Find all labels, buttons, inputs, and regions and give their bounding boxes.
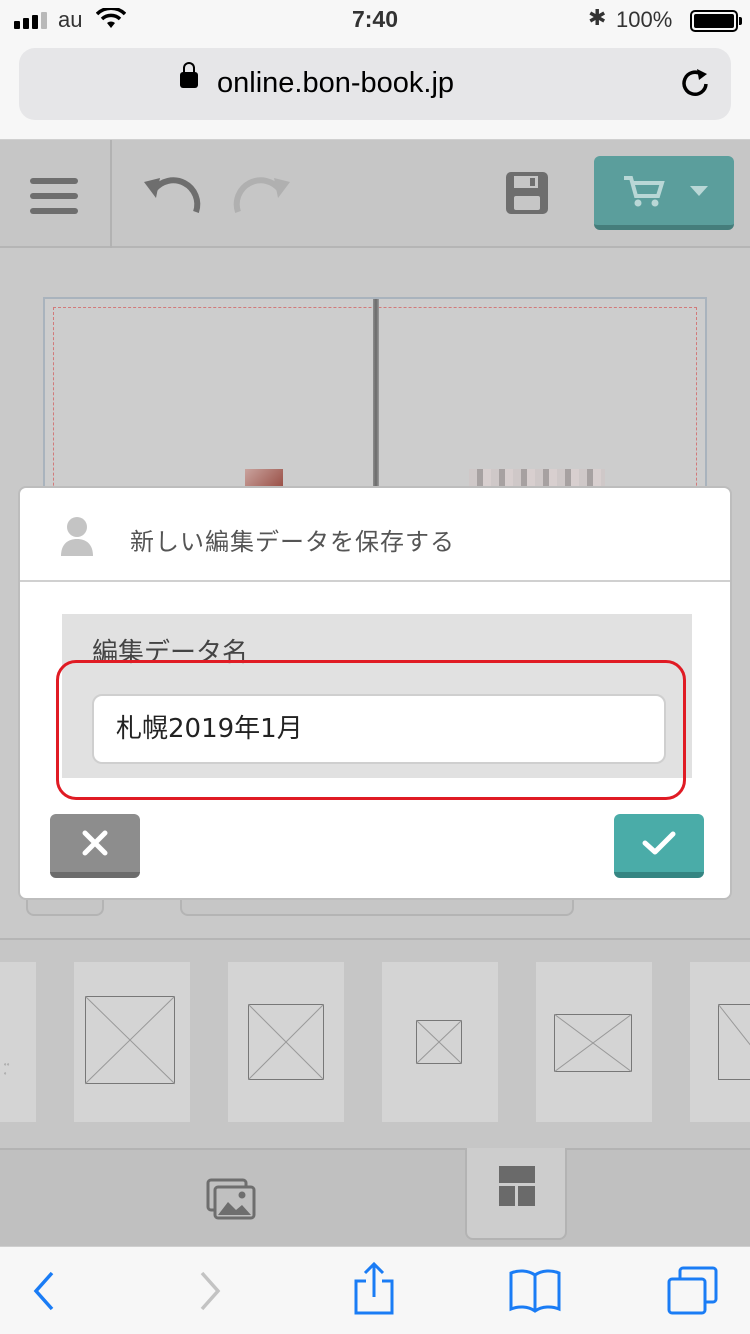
address-bar[interactable]: online.bon-book.jp bbox=[19, 48, 731, 120]
image-placeholder-icon bbox=[85, 996, 175, 1085]
photos-icon[interactable] bbox=[206, 1178, 256, 1220]
forward-icon[interactable] bbox=[198, 1269, 224, 1313]
close-icon bbox=[82, 830, 108, 856]
image-placeholder-icon bbox=[554, 1014, 632, 1072]
battery-icon bbox=[690, 10, 742, 32]
dialog-header: 新しい編集データを保存する bbox=[20, 488, 730, 582]
lock-icon bbox=[180, 62, 198, 88]
layout-thumbnail[interactable] bbox=[382, 962, 498, 1122]
redo-icon[interactable] bbox=[230, 174, 294, 216]
image-placeholder-icon bbox=[416, 1020, 462, 1064]
cart-button[interactable] bbox=[594, 156, 734, 230]
cart-icon bbox=[624, 176, 665, 207]
bluetooth-icon: ✱ bbox=[588, 6, 607, 31]
user-icon bbox=[61, 517, 93, 556]
confirm-button[interactable] bbox=[614, 814, 704, 878]
layout-thumbnails: 。。。 bbox=[0, 938, 750, 1150]
save-icon[interactable] bbox=[504, 170, 550, 216]
url-text[interactable]: online.bon-book.jp bbox=[217, 67, 454, 100]
image-placeholder-icon bbox=[718, 1004, 750, 1080]
status-bar: au 7:40 ✱ 100% bbox=[0, 0, 750, 40]
bookmarks-icon[interactable] bbox=[508, 1267, 562, 1313]
layout-thumbnail[interactable] bbox=[74, 962, 190, 1122]
browser-address-area: online.bon-book.jp bbox=[0, 40, 750, 140]
image-placeholder-icon bbox=[248, 1004, 324, 1080]
layout-thumbnail[interactable] bbox=[690, 962, 750, 1122]
layout-thumbnail[interactable]: 。。。 bbox=[0, 962, 36, 1122]
hamburger-menu-icon[interactable] bbox=[30, 178, 78, 214]
checkmark-icon bbox=[642, 831, 676, 855]
tabs-icon[interactable] bbox=[666, 1265, 720, 1315]
cancel-button[interactable] bbox=[50, 814, 140, 878]
toolbar-divider bbox=[110, 140, 112, 248]
undo-icon[interactable] bbox=[140, 174, 204, 216]
highlight-annotation bbox=[56, 660, 686, 800]
layout-grid-icon bbox=[499, 1166, 535, 1206]
editor-toolbar bbox=[0, 140, 750, 248]
chevron-down-icon bbox=[690, 186, 708, 196]
browser-bottom-toolbar bbox=[0, 1246, 750, 1334]
battery-percent: 100% bbox=[616, 7, 673, 32]
dialog-title: 新しい編集データを保存する bbox=[130, 528, 455, 556]
reload-icon[interactable] bbox=[679, 66, 713, 100]
share-icon[interactable] bbox=[352, 1261, 396, 1317]
back-icon[interactable] bbox=[30, 1269, 56, 1313]
save-dialog: 新しい編集データを保存する 編集データ名 札幌2019年1月 bbox=[18, 486, 732, 900]
layout-thumbnail[interactable] bbox=[228, 962, 344, 1122]
tab-layouts[interactable] bbox=[465, 1148, 567, 1240]
panel-tabs bbox=[0, 1148, 750, 1246]
layout-thumbnail[interactable] bbox=[536, 962, 652, 1122]
